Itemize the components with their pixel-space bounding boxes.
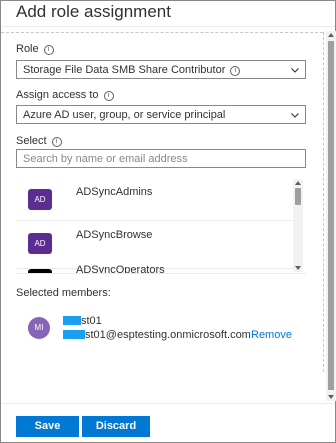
selected-members-label: Selected members:: [16, 287, 111, 299]
info-icon[interactable]: i: [103, 91, 114, 101]
add-role-assignment-panel: Add role assignment Role i Storage File D…: [0, 0, 336, 443]
focus-outline-top: [1, 32, 323, 33]
info-icon[interactable]: i: [230, 66, 241, 76]
group-avatar: AD: [28, 189, 52, 210]
select-label-row: Select i: [16, 135, 62, 147]
member-email: st01@esptesting.onmicrosoft.com: [63, 329, 251, 341]
role-value: Storage File Data SMB Share Contributor: [23, 64, 226, 76]
header-divider: [2, 26, 335, 27]
role-dropdown[interactable]: Storage File Data SMB Share Contributor i: [16, 60, 306, 79]
save-button[interactable]: Save: [16, 416, 79, 437]
list-item-label: ADSyncBrowse: [76, 229, 153, 241]
assign-access-dropdown[interactable]: Azure AD user, group, or service princip…: [16, 105, 306, 124]
avatar: MI: [28, 317, 50, 339]
list-item-label: ADSyncAdmins: [76, 186, 153, 198]
list-item[interactable]: AD ADSyncAdmins: [16, 173, 294, 221]
assign-value: Azure AD user, group, or service princip…: [23, 109, 226, 121]
role-label: Role: [16, 43, 39, 55]
search-input[interactable]: [16, 149, 306, 168]
list-item-label: ADSyncOperators: [76, 264, 165, 274]
select-label: Select: [16, 135, 47, 147]
panel-scrollbar[interactable]: [326, 31, 336, 401]
group-avatar: AD: [28, 233, 52, 254]
assign-label: Assign access to: [16, 89, 99, 101]
chevron-down-icon: [291, 68, 299, 73]
scroll-up-icon[interactable]: [326, 31, 336, 39]
member-name: st01: [63, 315, 102, 327]
scroll-up-icon[interactable]: [293, 179, 303, 187]
info-icon[interactable]: i: [51, 137, 62, 147]
member-name-text: st01: [81, 315, 102, 327]
member-email-text: st01@esptesting.onmicrosoft.com: [85, 329, 251, 341]
discard-button[interactable]: Discard: [82, 416, 150, 437]
panel-header: Add role assignment: [2, 1, 335, 27]
search-results-list: AD ADSyncAdmins AD ADSyncBrowse AD ADSyn…: [16, 173, 306, 274]
redaction-mark: [63, 316, 81, 325]
footer-divider: [2, 403, 335, 404]
scroll-down-icon[interactable]: [293, 264, 303, 272]
list-scrollbar[interactable]: [293, 179, 303, 272]
remove-member-link[interactable]: Remove: [251, 329, 292, 341]
scroll-down-icon[interactable]: [326, 393, 336, 401]
assign-label-row: Assign access to i: [16, 89, 114, 101]
list-scroll-thumb[interactable]: [295, 188, 301, 205]
panel-title: Add role assignment: [16, 2, 171, 21]
list-item[interactable]: AD ADSyncOperators: [16, 264, 294, 274]
panel-scroll-thumb[interactable]: [328, 41, 334, 390]
role-label-row: Role i: [16, 43, 54, 55]
chevron-down-icon: [291, 113, 299, 118]
redaction-mark: [63, 330, 85, 339]
group-avatar: AD: [28, 269, 52, 273]
focus-outline-right: [323, 32, 324, 372]
list-item[interactable]: AD ADSyncBrowse: [16, 221, 294, 269]
info-icon[interactable]: i: [43, 45, 54, 55]
